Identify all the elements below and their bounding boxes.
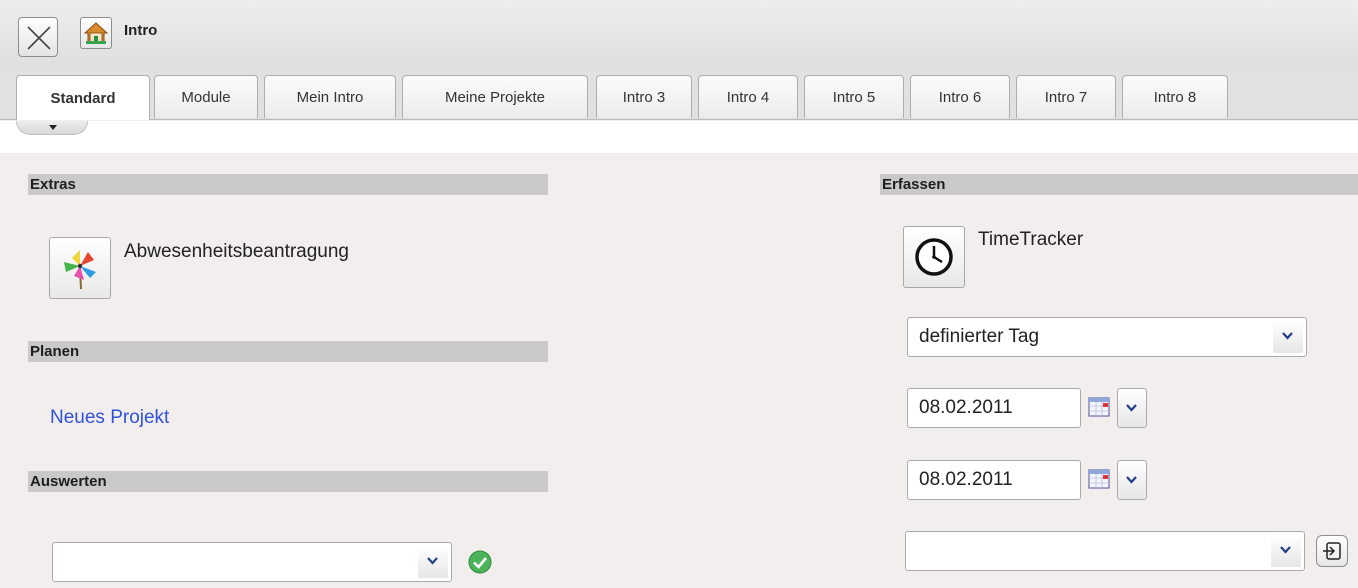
- abwesenheit-tile-button[interactable]: [49, 237, 111, 299]
- tab-intro-3[interactable]: Intro 3: [596, 75, 692, 118]
- date-from-calendar-button[interactable]: [1083, 388, 1115, 428]
- chevron-down-icon: [427, 557, 438, 565]
- chevron-down-icon: [1126, 404, 1137, 412]
- period-select-arrow[interactable]: [1273, 321, 1303, 353]
- tab-intro-8[interactable]: Intro 8: [1122, 75, 1228, 118]
- date-from-input[interactable]: 08.02.2011: [907, 388, 1081, 428]
- collapse-strip: [0, 121, 1358, 153]
- caret-down-icon: [49, 125, 57, 130]
- close-button[interactable]: [18, 17, 58, 57]
- chevron-down-icon: [1280, 546, 1291, 554]
- tab-module[interactable]: Module: [154, 75, 258, 118]
- erfassen-select[interactable]: [905, 531, 1305, 571]
- period-select[interactable]: definierter Tag: [907, 317, 1307, 357]
- collapse-toggle-button[interactable]: [16, 121, 88, 135]
- date-from-value: 08.02.2011: [919, 397, 1013, 418]
- calendar-icon: [1088, 397, 1110, 417]
- home-button[interactable]: [80, 17, 112, 49]
- close-x-icon: [27, 26, 51, 50]
- date-to-calendar-button[interactable]: [1083, 460, 1115, 500]
- section-header-planen: Planen: [28, 341, 548, 362]
- date-to-input[interactable]: 08.02.2011: [907, 460, 1081, 500]
- tab-mein-intro[interactable]: Mein Intro: [264, 75, 396, 118]
- timetracker-label: TimeTracker: [978, 229, 1084, 250]
- tab-intro-4[interactable]: Intro 4: [698, 75, 798, 118]
- clock-icon: [915, 238, 953, 276]
- date-to-value: 08.02.2011: [919, 469, 1013, 490]
- date-from-dropdown-arrow[interactable]: [1117, 388, 1147, 428]
- auswerten-select-arrow[interactable]: [418, 546, 448, 578]
- pinwheel-icon: [64, 250, 96, 290]
- erfassen-select-arrow[interactable]: [1271, 535, 1301, 567]
- chevron-down-icon: [1126, 476, 1137, 484]
- period-select-value: definierter Tag: [919, 326, 1040, 347]
- green-check-icon[interactable]: [468, 550, 492, 574]
- tab-meine-projekte[interactable]: Meine Projekte: [402, 75, 588, 118]
- enter-arrow-button[interactable]: [1316, 535, 1348, 567]
- tab-bar: Standard Module Mein Intro Meine Projekt…: [0, 70, 1358, 120]
- section-header-extras: Extras: [28, 174, 548, 195]
- abwesenheit-label: Abwesenheitsbeantragung: [124, 241, 350, 262]
- enter-arrow-icon: [1323, 542, 1341, 560]
- calendar-icon: [1088, 469, 1110, 489]
- section-header-erfassen: Erfassen: [880, 174, 1358, 195]
- title-bar: Intro: [0, 0, 1358, 70]
- tab-intro-7[interactable]: Intro 7: [1016, 75, 1116, 118]
- timetracker-tile-button[interactable]: [903, 226, 965, 288]
- window-title: Intro: [124, 22, 158, 39]
- tab-intro-5[interactable]: Intro 5: [804, 75, 904, 118]
- section-header-auswerten: Auswerten: [28, 471, 548, 492]
- tab-intro-6[interactable]: Intro 6: [910, 75, 1010, 118]
- chevron-down-icon: [1282, 332, 1293, 340]
- neues-projekt-link[interactable]: Neues Projekt: [50, 407, 169, 429]
- date-to-dropdown-arrow[interactable]: [1117, 460, 1147, 500]
- auswerten-select[interactable]: [52, 542, 452, 582]
- tab-standard[interactable]: Standard: [16, 75, 150, 120]
- home-icon: [84, 22, 108, 44]
